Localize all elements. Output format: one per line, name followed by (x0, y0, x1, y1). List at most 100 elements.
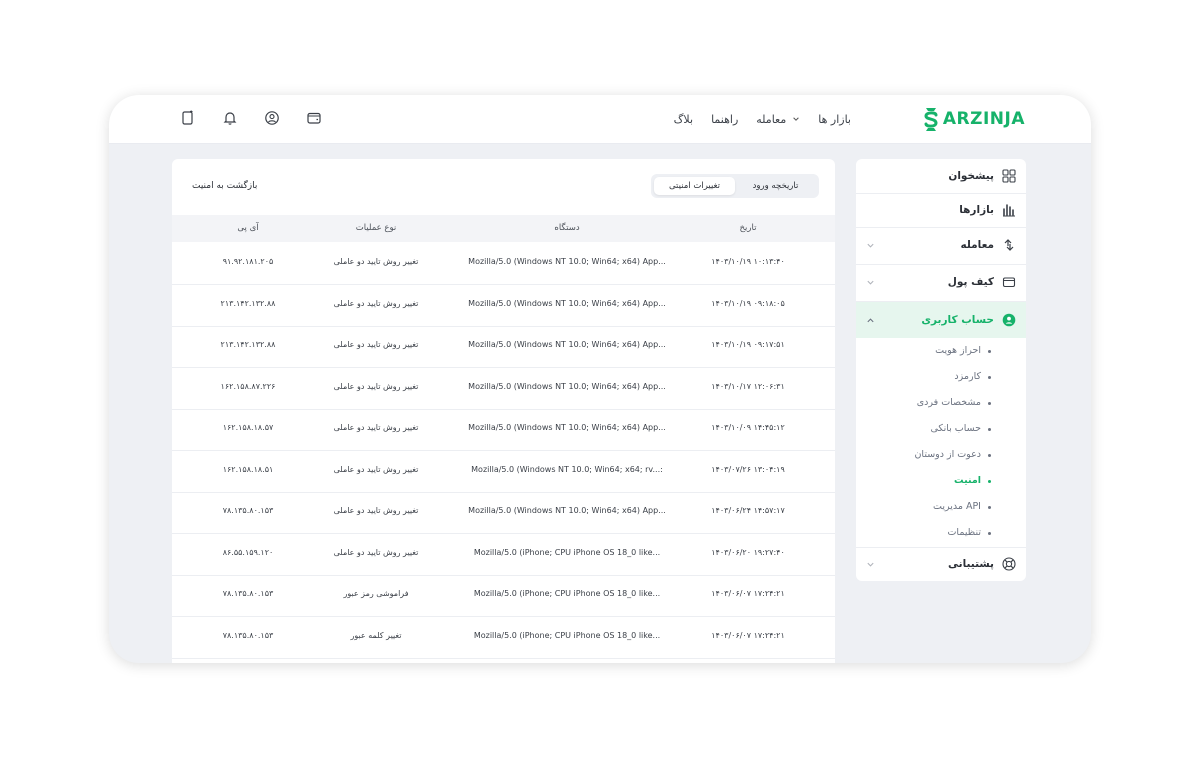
cell-date: ۱۴۰۳/۱۰/۱۹ ۰۹:۱۷:۵۱ (711, 340, 785, 349)
submenu-label: احراز هویت (935, 345, 981, 356)
bullet (988, 454, 991, 457)
chevron-down-icon (867, 243, 874, 248)
app-window: ARZINJA بازار ها معامله راهنما بلاگ پیشخ… (109, 95, 1091, 663)
submenu-item-security[interactable]: امنیت (856, 469, 1026, 495)
cell-date: ۱۴۰۳/۰۶/۰۷ ۱۷:۲۴:۲۱ (711, 630, 785, 640)
sidebar-item-wallet[interactable]: کیف پول (856, 265, 1026, 299)
cell-ip: ۷۸.۱۳۵.۸۰.۱۵۳ (222, 630, 274, 640)
cell-operation: تغییر کلمه عبور (350, 630, 402, 640)
table-row: ۱۴۰۳/۱۰/۱۷ ۱۲:۰۶:۳۱ Mozilla/5.0 (Windows … (172, 368, 835, 410)
cell-device: Mozilla/5.0 (Windows NT 10.0; Win64; x64… (468, 340, 666, 349)
profile-button[interactable] (263, 108, 281, 128)
chevron-up-icon (867, 317, 874, 322)
sidebar-item-label: معامله (960, 239, 994, 251)
tab-security-changes[interactable]: تغییرات امنیتی (654, 177, 735, 195)
submenu-item-invite[interactable]: دعوت از دوستان (856, 443, 1026, 469)
cell-device: Mozilla/5.0 (iPhone; CPU iPhone OS 18_0 … (473, 589, 661, 598)
table-row: ۱۴۰۳/۱۰/۱۹ ۰۹:۱۸:۰۵ Mozilla/5.0 (Windows … (172, 285, 835, 327)
nav-blog[interactable]: بلاگ (674, 113, 693, 126)
nav-trade-label: معامله (756, 112, 787, 126)
table-row: ۱۴۰۳/۰۶/۲۰ ۱۹:۲۷:۴۰ Mozilla/5.0 (iPhone; … (172, 534, 835, 576)
cell-ip: ۲۱۳.۱۴۲.۱۳۲.۸۸ (220, 340, 276, 349)
submenu-item-bank[interactable]: حساب بانکی (856, 417, 1026, 443)
user-icon (265, 111, 279, 125)
cell-operation: تغییر روش تایید دو عاملی (333, 464, 419, 474)
submenu-label: حساب بانکی (930, 423, 981, 434)
cell-device: Mozilla/5.0 (Windows NT 10.0; Win64; x64… (468, 423, 666, 432)
cell-operation: تغییر روش تایید دو عاملی (333, 340, 419, 349)
cell-device: Mozilla/5.0 (Windows NT 10.0; Win64; x64… (468, 298, 666, 308)
column-header-device: دستگاه (554, 223, 580, 233)
sidebar-item-dashboard[interactable]: پیشخوان (856, 159, 1026, 193)
support-icon (1002, 557, 1016, 571)
submenu-item-kyc[interactable]: احراز هویت (856, 339, 1026, 365)
cell-operation: تغییر روش تایید دو عاملی (333, 381, 419, 391)
sidebar-item-support[interactable]: پشتیبانی (856, 547, 1026, 581)
submenu-item-settings[interactable]: تنظیمات (856, 521, 1026, 547)
cell-date: ۱۴۰۳/۱۰/۱۷ ۱۲:۰۶:۳۱ (711, 381, 785, 391)
submenu-label: مشخصات فردی (916, 397, 981, 408)
chevron-down-icon (867, 562, 874, 567)
cell-operation: تغییر روش تایید دو عاملی (333, 257, 419, 266)
nav-blog-label: بلاگ (673, 112, 694, 126)
cell-ip: ۲۱۳.۱۴۲.۱۳۲.۸۸ (220, 298, 276, 308)
sidebar-item-markets[interactable]: بازارها (856, 193, 1026, 227)
tab-switcher: تاریخچه ورود تغییرات امنیتی (651, 174, 819, 198)
wallet-icon (307, 112, 321, 124)
sidebar-item-label: کیف پول (947, 276, 994, 288)
cell-ip: ۸۶.۵۵.۱۵۹.۱۲۰ (222, 547, 274, 557)
cell-operation: فراموشی رمز عبور (343, 589, 409, 598)
column-header-operation: نوع عملیات (355, 223, 397, 233)
cell-ip: ۱۶۲.۱۵۸.۸۷.۲۲۶ (220, 381, 276, 391)
table-row: ۱۴۰۳/۰۶/۰۷ ۱۷:۲۴:۲۱ Mozilla/5.0 (iPhone; … (172, 617, 835, 659)
cell-date: ۱۴۰۳/۱۰/۰۹ ۱۴:۴۵:۱۲ (711, 423, 785, 432)
table-row: ۱۴۰۳/۰۶/۲۴ ۱۴:۵۷:۱۷ Mozilla/5.0 (Windows … (172, 492, 835, 534)
column-header-ip: آی پی (237, 223, 259, 233)
nav-trade[interactable]: معامله (756, 113, 800, 126)
sidebar-item-trade[interactable]: معامله (856, 228, 1026, 262)
table-row: ۱۴۰۳/۰۷/۲۶ ۱۳:۰۴:۱۹ Mozilla/5.0 (Windows … (172, 451, 835, 493)
table-row: ۱۴۰۳/۰۶/۰۷ ۱۷:۲۴:۲۱ Mozilla/5.0 (iPhone; … (172, 575, 835, 617)
cell-device: Mozilla/5.0 (iPhone; CPU iPhone OS 18_0 … (473, 547, 661, 557)
cell-ip: ۷۸.۱۳۵.۸۰.۱۵۳ (222, 506, 274, 515)
cell-device: Mozilla/5.0 (Windows NT 10.0; Win64; x64… (468, 381, 666, 391)
cell-date: ۱۴۰۳/۰۷/۲۶ ۱۳:۰۴:۱۹ (711, 464, 785, 474)
notifications-button[interactable] (221, 108, 239, 128)
submenu-label: تنظیمات (947, 527, 981, 538)
submenu-item-fees[interactable]: کارمزد (856, 365, 1026, 391)
submenu-label: دعوت از دوستان (914, 449, 981, 460)
submenu-label: مدیریت API (933, 501, 981, 512)
sidebar-item-label: پیشخوان (948, 170, 994, 182)
sidebar-item-account[interactable]: حساب کاربری (856, 302, 1026, 338)
bullet (988, 402, 991, 405)
chevron-down-icon (793, 117, 800, 121)
back-to-security-link[interactable]: بازگشت به امنیت (192, 181, 257, 191)
exit-icon (182, 110, 193, 125)
brand-logo[interactable]: ARZINJA (922, 104, 1025, 134)
sidebar-item-label: بازارها (959, 204, 994, 216)
cell-device: Mozilla/5.0 (iPhone; CPU iPhone OS 18_0 … (473, 630, 661, 640)
submenu-item-api[interactable]: مدیریت API (856, 495, 1026, 521)
cell-operation: تغییر روش تایید دو عاملی (333, 423, 419, 432)
brand-name: ARZINJA (942, 109, 1025, 129)
cell-ip: ۷۸.۱۳۵.۸۰.۱۵۳ (222, 589, 274, 598)
table-header: تاریخ دستگاه نوع عملیات آی پی (172, 215, 835, 242)
bullet (988, 506, 991, 509)
nav-guide[interactable]: راهنما (711, 113, 738, 126)
bullet (988, 480, 991, 483)
submenu-item-profile[interactable]: مشخصات فردی (856, 391, 1026, 417)
sidebar: پیشخوان بازارها معامله کیف پول حساب کارب… (856, 159, 1026, 581)
cell-date: ۱۴۰۳/۱۰/۱۹ ۱۰:۱۳:۴۰ (711, 257, 785, 266)
wallet-button[interactable] (305, 108, 323, 128)
cell-operation: تغییر روش تایید دو عاملی (333, 298, 419, 308)
bell-icon (223, 112, 237, 125)
cell-date: ۱۴۰۳/۰۶/۲۴ ۱۴:۵۷:۱۷ (711, 506, 785, 515)
tab-login-history[interactable]: تاریخچه ورود (735, 177, 816, 195)
cell-operation: تغییر روش تایید دو عاملی (333, 547, 419, 557)
cell-ip: ۱۶۲.۱۵۸.۱۸.۵۱ (222, 464, 274, 474)
sidebar-item-label: حساب کاربری (921, 314, 994, 326)
exit-button[interactable] (179, 108, 197, 128)
bullet (988, 350, 991, 353)
cell-date: ۱۴۰۳/۱۰/۱۹ ۰۹:۱۸:۰۵ (711, 298, 785, 308)
nav-markets[interactable]: بازار ها (818, 113, 851, 126)
